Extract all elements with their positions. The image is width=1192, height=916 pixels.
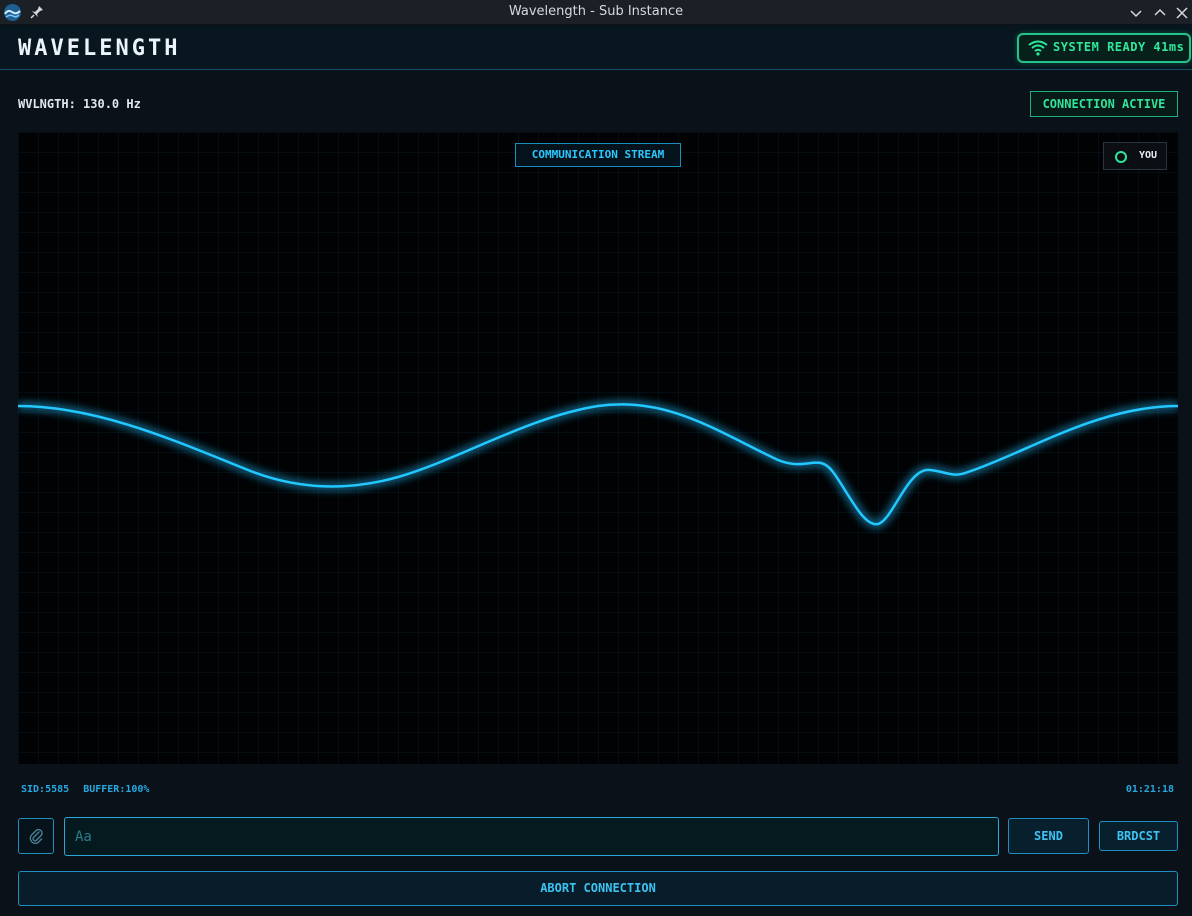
minimize-icon[interactable] bbox=[1128, 5, 1144, 21]
window-titlebar: Wavelength - Sub Instance bbox=[0, 0, 1192, 25]
waveform-line bbox=[18, 399, 1178, 529]
session-timer: 01:21:18 bbox=[1125, 784, 1174, 795]
legend-label: YOU bbox=[1139, 150, 1158, 161]
message-input[interactable] bbox=[64, 817, 999, 856]
buffer-status: BUFFER:100% bbox=[83, 784, 150, 795]
session-id: SID:5585 bbox=[21, 784, 70, 795]
abort-connection-button[interactable]: ABORT CONNECTION bbox=[18, 871, 1178, 906]
system-status-text: SYSTEM READY 41ms bbox=[1053, 40, 1185, 54]
paperclip-icon bbox=[29, 828, 43, 844]
connection-status-badge: CONNECTION ACTIVE bbox=[1030, 91, 1178, 117]
legend: YOU bbox=[1103, 142, 1167, 170]
frequency-readout: WVLNGTH: 130.0 Hz bbox=[18, 97, 141, 111]
system-status-badge: SYSTEM READY 41ms bbox=[1017, 33, 1191, 63]
wifi-icon bbox=[1028, 40, 1048, 56]
send-button[interactable]: SEND bbox=[1008, 818, 1089, 854]
attach-button[interactable] bbox=[18, 818, 54, 854]
app-header: WAVELENGTH SYSTEM READY 41ms bbox=[0, 25, 1192, 70]
waveform-canvas: COMMUNICATION STREAM YOU bbox=[18, 132, 1178, 764]
app-logo: WAVELENGTH bbox=[18, 36, 181, 61]
legend-dot-icon bbox=[1115, 151, 1127, 163]
window-title: Wavelength - Sub Instance bbox=[508, 4, 684, 19]
broadcast-button[interactable]: BRDCST bbox=[1099, 821, 1178, 851]
session-info: SID:5585 BUFFER:100% bbox=[21, 784, 149, 795]
maximize-icon[interactable] bbox=[1152, 5, 1168, 21]
close-icon[interactable] bbox=[1174, 5, 1190, 21]
stream-label: COMMUNICATION STREAM bbox=[515, 143, 681, 167]
